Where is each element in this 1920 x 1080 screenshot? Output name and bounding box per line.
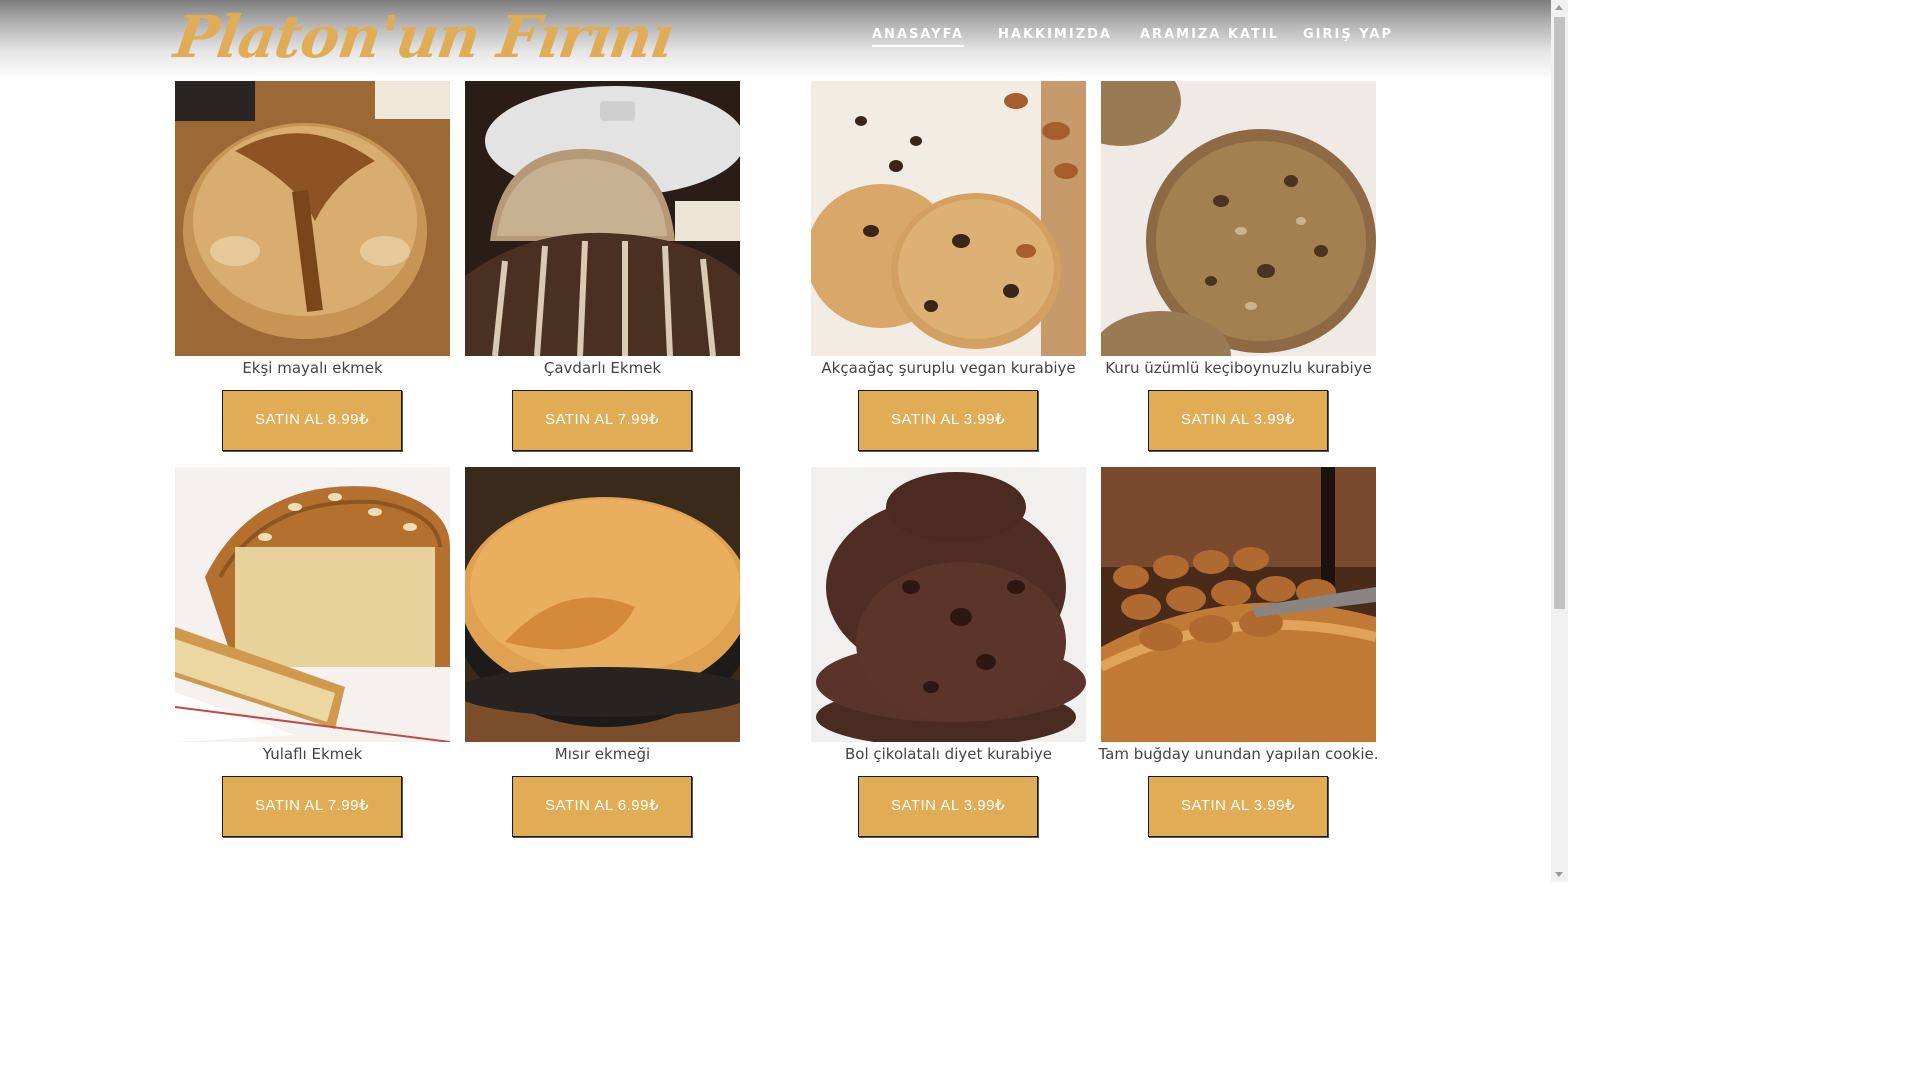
product-title: Çavdarlı Ekmek: [543, 359, 662, 377]
buy-button[interactable]: SATIN AL 3.99₺: [1148, 776, 1328, 837]
cornbread-image[interactable]: [465, 467, 740, 742]
scroll-up-arrow-icon[interactable]: [1555, 5, 1563, 10]
scroll-down-arrow-icon[interactable]: [1555, 872, 1563, 877]
page: Platon'un Fırını ANASAYFA HAKKIMIZDA ARA…: [0, 0, 1568, 882]
product-title: Mısır ekmeği: [554, 745, 651, 763]
product-card: Akçaağaç şuruplu vegan kurabiye SATIN AL…: [811, 81, 1086, 466]
rye-bread-image[interactable]: [465, 81, 740, 356]
nav-login-link[interactable]: GIRIŞ YAP: [1303, 27, 1393, 45]
product-card: Çavdarlı Ekmek SATIN AL 7.99₺: [465, 81, 740, 466]
oat-bread-image[interactable]: [175, 467, 450, 742]
nav-join-link[interactable]: ARAMIZA KATIL: [1140, 27, 1279, 45]
buy-button[interactable]: SATIN AL 6.99₺: [512, 776, 692, 837]
scroll-thumb[interactable]: [1554, 17, 1565, 609]
product-card: Mısır ekmeği SATIN AL 6.99₺: [465, 467, 740, 852]
buy-button[interactable]: SATIN AL 7.99₺: [512, 390, 692, 451]
product-title: Yulaflı Ekmek: [262, 745, 363, 763]
main-nav: ANASAYFA HAKKIMIZDA ARAMIZA KATIL GIRIŞ …: [0, 27, 1551, 47]
buy-button[interactable]: SATIN AL 3.99₺: [858, 390, 1038, 451]
raisin-carob-cookie-image[interactable]: [1101, 81, 1376, 356]
buy-button[interactable]: SATIN AL 3.99₺: [1148, 390, 1328, 451]
product-title: Kuru üzümlü keçiboynuzlu kurabiye: [1105, 359, 1372, 377]
maple-pecan-cookie-image[interactable]: [811, 81, 1086, 356]
vertical-scrollbar[interactable]: [1551, 0, 1568, 882]
product-card: Kuru üzümlü keçiboynuzlu kurabiye SATIN …: [1101, 81, 1376, 466]
buy-button[interactable]: SATIN AL 8.99₺: [222, 390, 402, 451]
double-chocolate-cookie-image[interactable]: [811, 467, 1086, 742]
product-card: Ekşi mayalı ekmek SATIN AL 8.99₺: [175, 81, 450, 466]
product-title: Tam buğday unundan yapılan cookie.: [1098, 745, 1379, 763]
product-title: Bol çikolatalı diyet kurabiye: [844, 745, 1052, 763]
product-card: Bol çikolatalı diyet kurabiye SATIN AL 3…: [811, 467, 1086, 852]
nav-about-link[interactable]: HAKKIMIZDA: [998, 27, 1112, 45]
product-card: Yulaflı Ekmek SATIN AL 7.99₺: [175, 467, 450, 852]
site-header: Platon'un Fırını ANASAYFA HAKKIMIZDA ARA…: [0, 0, 1551, 80]
product-card: Tam buğday unundan yapılan cookie. SATIN…: [1098, 467, 1379, 852]
product-title: Ekşi mayalı ekmek: [242, 359, 383, 377]
nav-home-link[interactable]: ANASAYFA: [872, 27, 965, 47]
buy-button[interactable]: SATIN AL 7.99₺: [222, 776, 402, 837]
product-title: Akçaağaç şuruplu vegan kurabiye: [821, 359, 1076, 377]
buy-button[interactable]: SATIN AL 3.99₺: [858, 776, 1038, 837]
whole-wheat-cookie-image[interactable]: [1101, 467, 1376, 742]
sourdough-bread-image[interactable]: [175, 81, 450, 356]
